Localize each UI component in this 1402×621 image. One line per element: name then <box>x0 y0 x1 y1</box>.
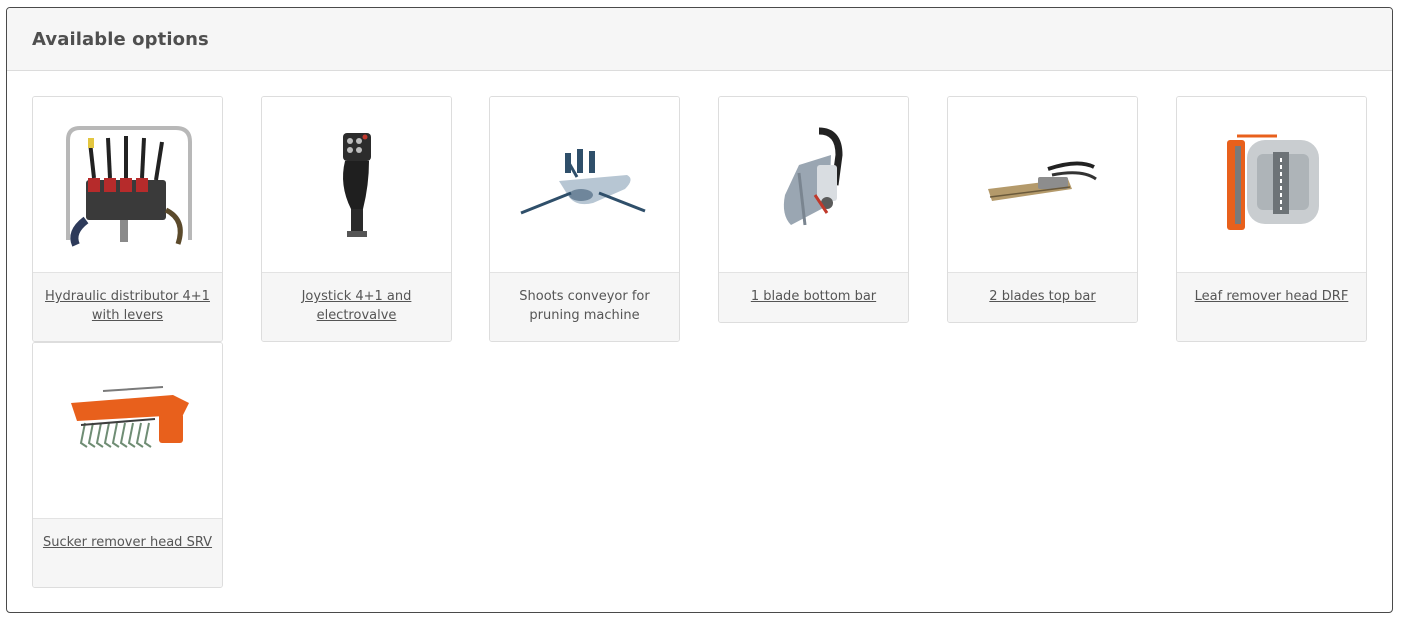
hydraulic-distributor-image[interactable] <box>33 97 222 273</box>
option-card-joystick[interactable]: Joystick 4+1 and electrovalve <box>261 96 452 342</box>
option-card-shoots-conveyor[interactable]: Shoots conveyor for pruning machine <box>489 96 680 342</box>
panel-header: Available options <box>7 8 1392 71</box>
option-label-sucker-remover[interactable]: Sucker remover head SRV <box>33 519 222 587</box>
blade-bottom-bar-image[interactable] <box>719 97 908 273</box>
shoots-conveyor-image[interactable] <box>490 97 679 273</box>
blades-top-bar-image[interactable] <box>948 97 1137 273</box>
option-card-blades-top-bar[interactable]: 2 blades top bar <box>947 96 1138 323</box>
panel-title: Available options <box>32 28 209 50</box>
option-card-leaf-remover[interactable]: Leaf remover head DRF <box>1176 96 1367 342</box>
option-label-joystick[interactable]: Joystick 4+1 and electrovalve <box>262 273 451 341</box>
option-label-blades-top-bar[interactable]: 2 blades top bar <box>948 273 1137 322</box>
option-label-shoots-conveyor: Shoots conveyor for pruning machine <box>490 273 679 341</box>
available-options-panel: Available options Hydraulic distributor … <box>6 7 1393 613</box>
joystick-image[interactable] <box>262 97 451 273</box>
option-label-blade-bottom-bar[interactable]: 1 blade bottom bar <box>719 273 908 322</box>
leaf-remover-image[interactable] <box>1177 97 1366 273</box>
option-label-hydraulic-distributor[interactable]: Hydraulic distributor 4+1 with levers <box>33 273 222 341</box>
option-card-sucker-remover[interactable]: Sucker remover head SRV <box>32 342 223 588</box>
option-card-hydraulic-distributor[interactable]: Hydraulic distributor 4+1 with levers <box>32 96 223 342</box>
option-label-leaf-remover[interactable]: Leaf remover head DRF <box>1177 273 1366 341</box>
option-card-blade-bottom-bar[interactable]: 1 blade bottom bar <box>718 96 909 323</box>
sucker-remover-image[interactable] <box>33 343 222 519</box>
